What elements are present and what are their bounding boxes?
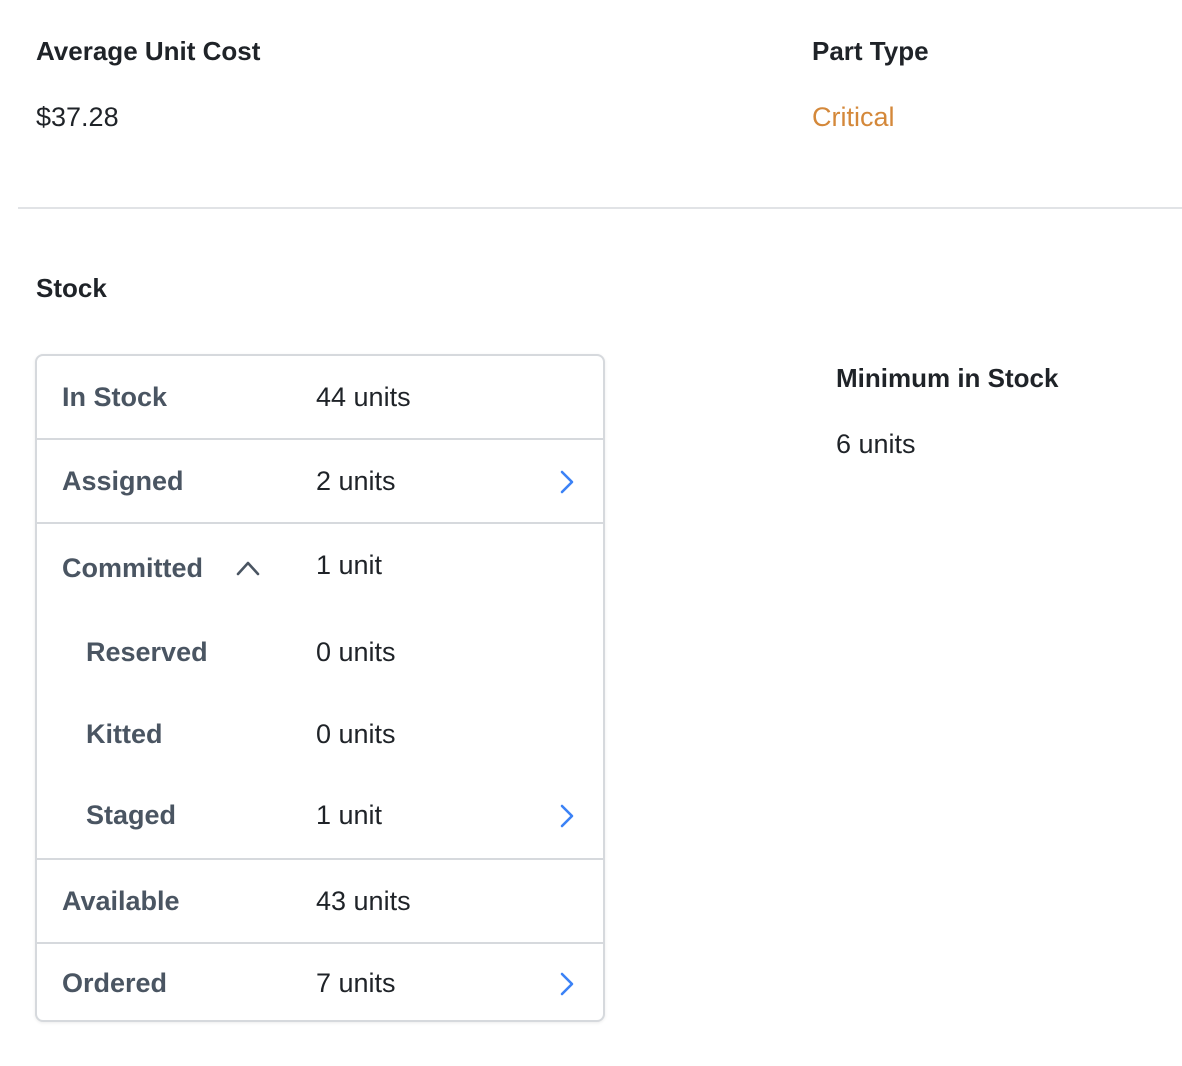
part-type-label: Part Type xyxy=(812,36,929,66)
stock-row-staged[interactable]: Staged 1 unit xyxy=(37,778,603,860)
in-stock-label: In Stock xyxy=(62,382,168,412)
ordered-label: Ordered xyxy=(62,968,168,998)
available-label: Available xyxy=(62,886,180,916)
stock-table: In Stock 44 units Assigned 2 units Commi… xyxy=(35,354,605,1022)
reserved-value: 0 units xyxy=(316,637,396,667)
committed-label: Committed xyxy=(62,553,203,583)
stock-row-in-stock: In Stock 44 units xyxy=(37,356,603,440)
average-unit-cost-value: $37.28 xyxy=(36,102,119,132)
ordered-value: 7 units xyxy=(316,968,396,998)
minimum-in-stock-label: Minimum in Stock xyxy=(836,363,1059,393)
chevron-up-icon[interactable] xyxy=(235,559,261,577)
committed-value: 1 unit xyxy=(316,550,383,580)
chevron-right-icon[interactable] xyxy=(557,803,577,829)
assigned-value: 2 units xyxy=(316,466,396,496)
stock-row-available: Available 43 units xyxy=(37,860,603,944)
available-value: 43 units xyxy=(316,886,411,916)
part-type-value: Critical xyxy=(812,102,895,132)
staged-label: Staged xyxy=(86,800,177,830)
stock-row-kitted: Kitted 0 units xyxy=(37,696,603,778)
stock-row-assigned[interactable]: Assigned 2 units xyxy=(37,440,603,524)
assigned-label: Assigned xyxy=(62,466,184,496)
chevron-right-icon[interactable] xyxy=(557,971,577,997)
in-stock-value: 44 units xyxy=(316,382,411,412)
kitted-value: 0 units xyxy=(316,719,396,749)
reserved-label: Reserved xyxy=(86,637,208,667)
average-unit-cost-label: Average Unit Cost xyxy=(36,36,261,66)
stock-row-ordered[interactable]: Ordered 7 units xyxy=(37,944,603,1020)
stock-section-title: Stock xyxy=(36,273,107,303)
minimum-in-stock-value: 6 units xyxy=(836,429,916,459)
staged-value: 1 unit xyxy=(316,800,383,830)
stock-row-committed[interactable]: Committed 1 unit xyxy=(37,524,603,614)
stock-row-reserved: Reserved 0 units xyxy=(37,614,603,696)
section-divider xyxy=(18,207,1182,209)
kitted-label: Kitted xyxy=(86,719,163,749)
chevron-right-icon[interactable] xyxy=(557,469,577,495)
